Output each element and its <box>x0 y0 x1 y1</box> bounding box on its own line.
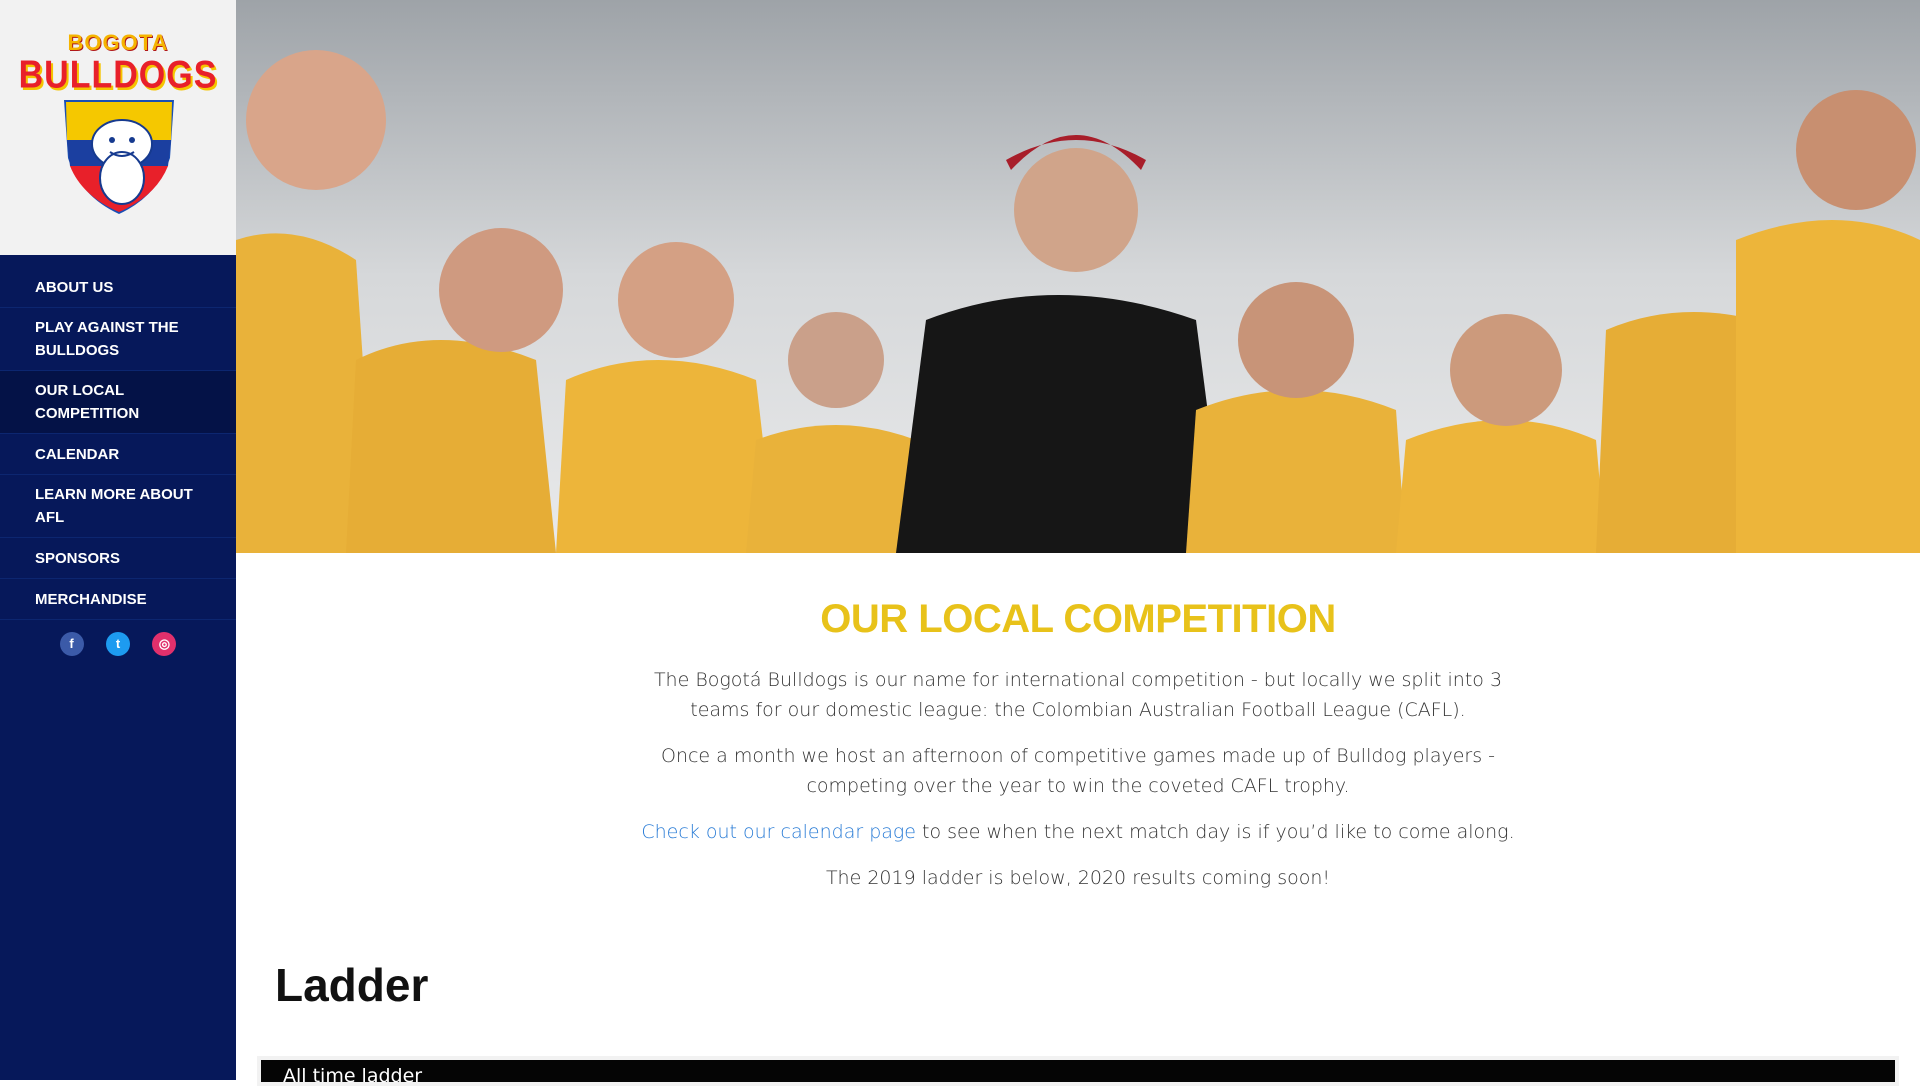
social-links: f t ◎ <box>0 632 236 656</box>
nav-item-about-us[interactable]: ABOUT US <box>0 267 236 308</box>
nav-item-merchandise[interactable]: MERCHANDISE <box>0 579 236 620</box>
intro-line-2: teams for our domestic league: the Colom… <box>690 699 1466 721</box>
logo[interactable]: BOGOTA BULLDOGS <box>0 0 236 255</box>
ladder-tab-bar[interactable]: All time ladder <box>257 1056 1899 1087</box>
nav-item-learn-afl[interactable]: LEARN MORE ABOUT AFL <box>0 475 236 538</box>
nav-item-local-competition[interactable]: OUR LOCAL COMPETITION <box>0 371 236 434</box>
nav-item-calendar[interactable]: CALENDAR <box>0 434 236 475</box>
facebook-icon[interactable]: f <box>59 632 84 656</box>
logo-main-text: BULLDOGS <box>18 53 218 97</box>
intro-paragraph-3: Check out our calendar page to see when … <box>236 817 1920 847</box>
ladder-heading: Ladder <box>275 959 429 1011</box>
intro-paragraph-1: The Bogotá Bulldogs is our name for inte… <box>236 665 1920 725</box>
instagram-icon[interactable]: ◎ <box>152 632 177 656</box>
intro-paragraph-4: The 2019 ladder is below, 2020 results c… <box>825 867 1331 889</box>
twitter-icon[interactable]: t <box>106 632 130 656</box>
nav-item-play-against[interactable]: PLAY AGAINST THE BULLDOGS <box>0 308 236 371</box>
intro-paragraph-2: Once a month we host an afternoon of com… <box>236 741 1920 801</box>
sidebar: BOGOTA BULLDOGS ABOUT US PLAY AGAINST TH… <box>0 0 236 1080</box>
nav-item-sponsors[interactable]: SPONSORS <box>0 538 236 579</box>
intro-line-3: Once a month we host an afternoon of com… <box>660 745 1495 767</box>
calendar-link[interactable]: Check out our calendar page <box>641 821 916 843</box>
hero-image <box>236 0 1920 553</box>
main-nav: ABOUT US PLAY AGAINST THE BULLDOGS OUR L… <box>0 267 236 620</box>
page-title: OUR LOCAL COMPETITION <box>820 597 1336 641</box>
all-time-ladder-tab[interactable]: All time ladder <box>283 1065 422 1087</box>
intro-line-4: competing over the year to win the covet… <box>806 775 1350 797</box>
calendar-link-text: to see when the next match day is if you… <box>915 821 1515 843</box>
intro-line-1: The Bogotá Bulldogs is our name for inte… <box>653 669 1503 691</box>
bulldog-shield-icon <box>64 100 174 214</box>
